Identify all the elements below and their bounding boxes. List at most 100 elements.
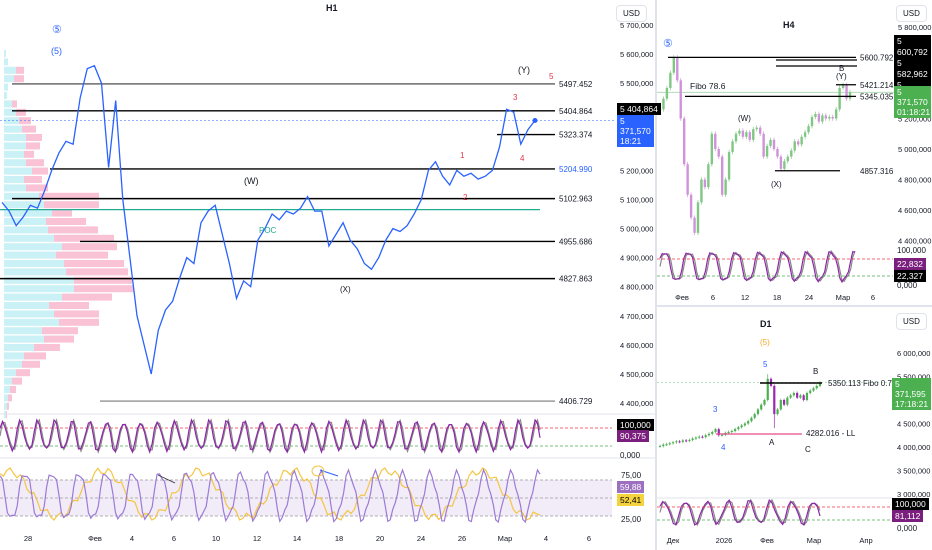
h1-x-tick-label: Фев [88, 534, 102, 543]
h1-x-tick-label: 6 [587, 534, 591, 543]
volume-profile-buy-bar [4, 176, 24, 183]
h1-level-label: 5404.864 [559, 107, 593, 116]
volume-profile-sell-bar [62, 243, 117, 251]
d1-y-tick-label: 3 500,000 [897, 467, 930, 476]
h4-candle [662, 98, 665, 110]
h1-x-tick-label: 10 [212, 534, 220, 543]
volume-profile-buy-bar [4, 352, 24, 360]
h4-candle [810, 116, 814, 127]
panel-divider[interactable] [655, 0, 657, 550]
h1-wave-label: (W) [244, 176, 259, 186]
volume-profile-sell-bar [12, 100, 17, 108]
h4-circled-5-icon: ⑤ [663, 38, 673, 50]
h1-x-tick-label: 28 [24, 534, 32, 543]
h1-currency-button[interactable]: USD [616, 5, 647, 22]
h4-candle [703, 179, 707, 188]
d1-candle [720, 434, 724, 436]
d1-candle [792, 392, 795, 396]
volume-profile-sell-bar [56, 251, 108, 259]
h4-candle [790, 150, 793, 157]
d1-candle [707, 433, 711, 436]
d1-x-tick-label: Апр [859, 536, 872, 545]
d1-currency-button[interactable]: USD [896, 313, 927, 330]
d1-candle [740, 425, 743, 428]
d1-candle [782, 400, 786, 405]
volume-profile-buy-bar [4, 226, 48, 234]
h4-currency-button[interactable]: USD [896, 5, 927, 22]
d1-candle [730, 431, 733, 433]
h4-x-tick-label: 6 [871, 293, 875, 302]
d1-candle [665, 444, 668, 446]
d1-candle [711, 431, 714, 434]
h4-x-tick-label: 12 [741, 293, 749, 302]
volume-profile-sell-bar [52, 209, 72, 217]
h4-candle [682, 118, 686, 165]
d1-candle [812, 388, 815, 391]
volume-profile-buy-bar [4, 125, 22, 133]
h4-candle [724, 179, 727, 195]
h4-candle [672, 57, 676, 73]
volume-profile-buy-bar [4, 50, 6, 57]
d1-candle [766, 378, 769, 400]
h4-candle [803, 132, 807, 137]
h4-stoch-k-box: 22,832 [894, 258, 926, 270]
d1-level-label: 4282.016 - LL [806, 429, 856, 438]
h1-y-tick-label: 5 600,000 [620, 50, 653, 59]
h1-y-tick-label: 5 200,000 [620, 166, 653, 175]
h4-candle [755, 127, 758, 130]
panel-divider[interactable] [657, 305, 932, 307]
volume-profile-sell-bar [16, 369, 30, 377]
h1-stoch-value-box: 90,375 [617, 430, 649, 442]
h4-candle [800, 136, 803, 145]
h4-candle [841, 84, 845, 88]
h4-stoch-max-label: 100,000 [897, 246, 926, 255]
h4-candle [679, 80, 682, 119]
d1-wave-label: 3 [713, 405, 718, 414]
h4-candle [838, 88, 841, 110]
volume-profile-buy-bar [4, 251, 56, 259]
volume-profile-sell-bar [54, 310, 99, 318]
d1-candle [773, 385, 776, 415]
h4-x-tick-label: 24 [805, 293, 813, 302]
volume-profile-sell-bar [14, 75, 24, 83]
d1-candle [743, 423, 746, 426]
h4-candle [783, 161, 786, 169]
h4-candle [745, 132, 748, 137]
volume-profile-sell-bar [22, 360, 40, 368]
h4-candle [748, 132, 752, 140]
h4-y-tick-label: 5 800,000 [898, 23, 931, 32]
h1-level-label: 4955.686 [559, 237, 593, 246]
volume-profile-buy-bar [4, 293, 62, 301]
volume-profile-sell-bar [44, 201, 99, 209]
d1-candle [675, 441, 678, 443]
chart-canvas[interactable]: 5 700,0005 600,0005 500,0005 400,0005 30… [0, 0, 932, 550]
volume-profile-buy-bar [4, 92, 7, 99]
d1-candle [815, 385, 818, 389]
volume-profile-sell-bar [74, 276, 132, 284]
h1-level-label: 4827.863 [559, 275, 593, 284]
h4-x-tick-label: 18 [773, 293, 781, 302]
h4-level-label: 5421.214 [860, 81, 894, 90]
h4-candle [665, 88, 669, 99]
d1-candle [658, 446, 662, 448]
h1-y-tick-label: 5 500,000 [620, 79, 653, 88]
d1-candle [685, 440, 688, 442]
h4-y-tick-label: 4 800,000 [898, 176, 931, 185]
d1-x-tick-label: Дек [667, 536, 680, 545]
d1-wave-label: (5) [760, 338, 770, 347]
d1-candle [747, 421, 750, 424]
volume-profile-buy-bar [4, 243, 62, 251]
d1-y-tick-label: 6 000,000 [897, 349, 930, 358]
h4-wave-label: (X) [771, 180, 782, 189]
volume-profile-buy-bar [4, 218, 46, 225]
volume-profile-sell-bar [34, 344, 60, 351]
h4-candle [734, 133, 738, 142]
volume-profile-buy-bar [4, 310, 54, 318]
d1-y-tick-label: 4 000,000 [897, 443, 930, 452]
h1-level-label: 4406.729 [559, 397, 593, 406]
h4-candle [786, 156, 790, 162]
h4-candle [710, 133, 714, 165]
volume-profile-sell-bar [16, 108, 26, 116]
volume-profile-buy-bar [4, 386, 10, 393]
volume-profile-buy-bar [4, 377, 12, 385]
